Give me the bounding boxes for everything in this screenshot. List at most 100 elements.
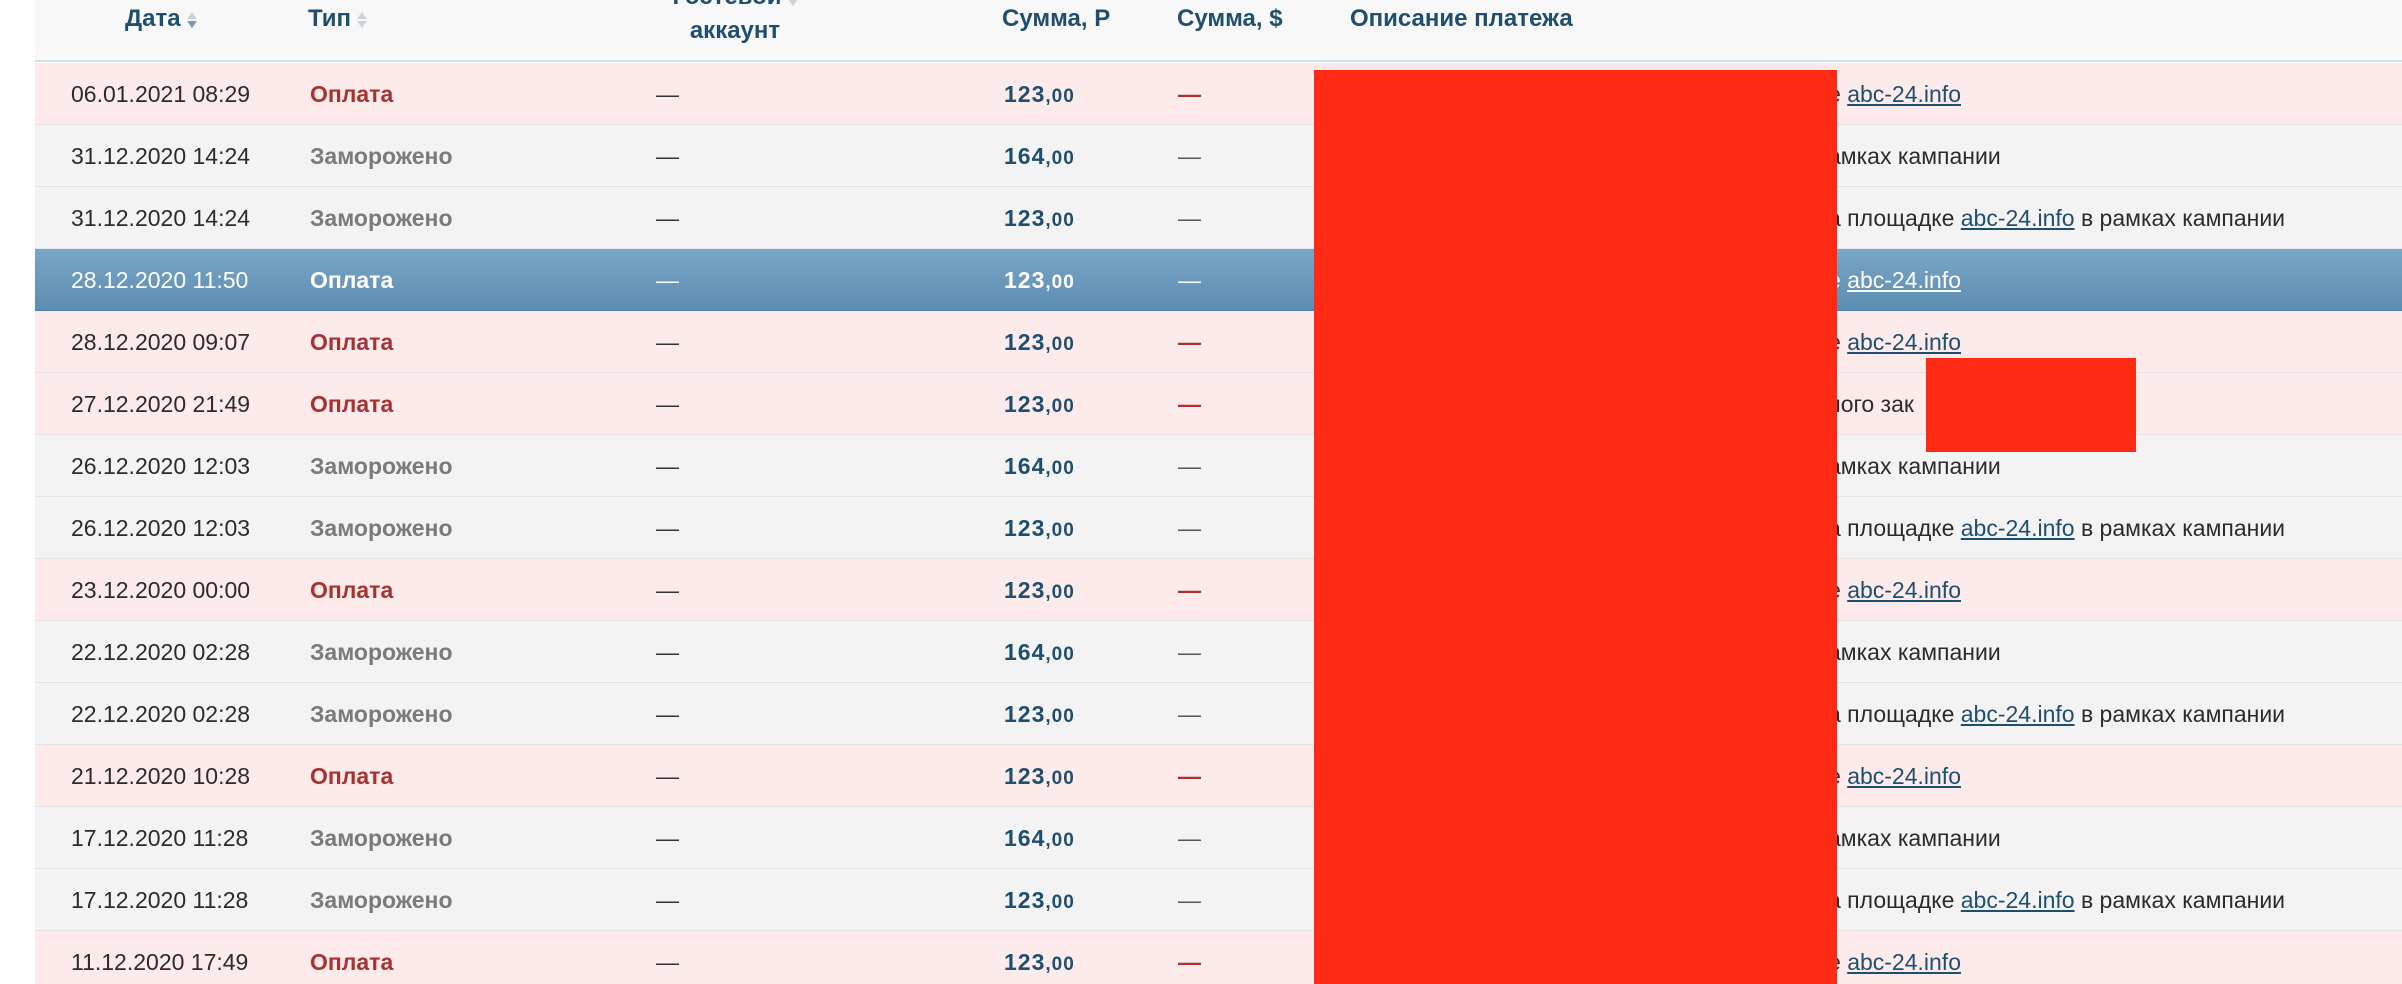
row-description-after: в рамках кампании (2074, 887, 2286, 913)
row-description-text: а площадке (1828, 205, 1961, 231)
table-row[interactable]: 28.12.2020 11:50 Оплата — 123,00 — е abc… (35, 249, 2402, 311)
table-row[interactable]: 22.12.2020 02:28 Заморожено — 123,00 — а… (35, 683, 2402, 745)
table-row[interactable]: 17.12.2020 11:28 Заморожено — 123,00 — а… (35, 869, 2402, 931)
row-description-after: в рамках кампании (2074, 205, 2286, 231)
table-row[interactable]: 21.12.2020 10:28 Оплата — 123,00 — е abc… (35, 745, 2402, 807)
table-row[interactable]: 31.12.2020 14:24 Заморожено — 123,00 — а… (35, 187, 2402, 249)
column-header-guest-label-line1: Гостевой (672, 0, 781, 10)
row-sum-rub: 123,00 (1004, 683, 1075, 745)
row-sum-rub-integer: 123 (1004, 701, 1046, 727)
row-type: Заморожено (310, 825, 453, 851)
row-sum-rub-fraction: ,00 (1045, 644, 1075, 665)
column-header-sum-rub: Сумма, Р (1002, 2, 1110, 36)
column-header-type[interactable]: Тип (308, 2, 367, 36)
row-description-text: ного зак (1828, 391, 1914, 417)
row-description: а площадке abc-24.info в рамках кампании (1828, 869, 2285, 931)
table-row[interactable]: 31.12.2020 14:24 Заморожено — 164,00 — а… (35, 125, 2402, 187)
sort-icon (357, 10, 367, 30)
row-date: 23.12.2020 00:00 (71, 577, 251, 603)
row-sum-usd: — (1178, 825, 1201, 851)
row-description-link[interactable]: abc-24.info (1847, 267, 1961, 293)
payments-page: Дата Тип Гостевой аккаунт Сумма, Р Сумма… (0, 0, 2402, 984)
row-description-link[interactable]: abc-24.info (1847, 81, 1961, 107)
row-guest-account: — (656, 81, 679, 107)
sort-icon (787, 0, 798, 8)
row-description-link[interactable]: abc-24.info (1847, 329, 1961, 355)
table-row[interactable]: 11.12.2020 17:49 Оплата — 123,00 — е abc… (35, 931, 2402, 984)
row-date: 22.12.2020 02:28 (71, 639, 251, 665)
row-type: Заморожено (310, 515, 453, 541)
column-header-type-label: Тип (308, 5, 351, 32)
row-guest-account: — (656, 825, 679, 851)
row-type: Заморожено (310, 887, 453, 913)
row-type: Оплата (310, 391, 394, 417)
row-type: Оплата (310, 577, 394, 603)
column-header-date[interactable]: Дата (125, 2, 197, 36)
row-description: амках кампании (1828, 621, 2001, 683)
row-sum-rub-integer: 123 (1004, 267, 1046, 293)
row-description-text: а площадке (1828, 701, 1961, 727)
row-sum-rub: 123,00 (1004, 311, 1075, 373)
row-description-link[interactable]: abc-24.info (1961, 701, 2075, 727)
column-header-description-label: Описание платежа (1350, 5, 1573, 32)
row-description-link[interactable]: abc-24.info (1847, 949, 1961, 975)
row-description: е abc-24.info (1828, 249, 1961, 311)
row-guest-account: — (656, 887, 679, 913)
row-description-text: амках кампании (1828, 453, 2001, 479)
row-sum-rub-integer: 123 (1004, 949, 1046, 975)
column-header-sum-usd: Сумма, $ (1177, 2, 1283, 36)
row-sum-rub: 164,00 (1004, 435, 1075, 497)
row-description-link[interactable]: abc-24.info (1961, 887, 2075, 913)
row-sum-usd: — (1178, 391, 1201, 417)
row-type: Оплата (310, 763, 394, 789)
row-type: Оплата (310, 949, 394, 975)
row-sum-rub-fraction: ,00 (1045, 458, 1075, 479)
row-guest-account: — (656, 949, 679, 975)
row-description-text: амках кампании (1828, 639, 2001, 665)
row-type: Заморожено (310, 143, 453, 169)
column-header-date-label: Дата (125, 5, 181, 32)
row-sum-usd: — (1178, 143, 1201, 169)
row-sum-rub-integer: 164 (1004, 453, 1046, 479)
column-header-guest-account[interactable]: Гостевой аккаунт (655, 0, 815, 48)
row-description-link[interactable]: abc-24.info (1961, 205, 2075, 231)
table-row[interactable]: 23.12.2020 00:00 Оплата — 123,00 — е abc… (35, 559, 2402, 621)
row-type: Оплата (310, 81, 394, 107)
row-description-link[interactable]: abc-24.info (1847, 763, 1961, 789)
row-guest-account: — (656, 763, 679, 789)
row-description: е abc-24.info (1828, 559, 1961, 621)
row-type: Заморожено (310, 639, 453, 665)
row-guest-account: — (656, 205, 679, 231)
row-sum-rub: 123,00 (1004, 187, 1075, 249)
row-sum-rub-fraction: ,00 (1045, 272, 1075, 293)
row-sum-rub-fraction: ,00 (1045, 582, 1075, 603)
row-sum-rub-integer: 123 (1004, 515, 1046, 541)
row-guest-account: — (656, 267, 679, 293)
row-sum-rub-fraction: ,00 (1045, 86, 1075, 107)
redaction-block (1926, 358, 2136, 452)
row-description-after: в рамках кампании (2074, 701, 2286, 727)
row-guest-account: — (656, 329, 679, 355)
row-sum-usd: — (1178, 453, 1201, 479)
row-sum-rub-fraction: ,00 (1045, 954, 1075, 975)
row-description-link[interactable]: abc-24.info (1961, 515, 2075, 541)
row-sum-rub-integer: 123 (1004, 81, 1046, 107)
row-sum-rub-fraction: ,00 (1045, 520, 1075, 541)
row-sum-rub-fraction: ,00 (1045, 830, 1075, 851)
row-sum-rub-fraction: ,00 (1045, 396, 1075, 417)
table-row[interactable]: 17.12.2020 11:28 Заморожено — 164,00 — а… (35, 807, 2402, 869)
table-row[interactable]: 06.01.2021 08:29 Оплата — 123,00 — е abc… (35, 63, 2402, 125)
table-row[interactable]: 26.12.2020 12:03 Заморожено — 123,00 — а… (35, 497, 2402, 559)
row-description-after: в рамках кампании (2074, 515, 2286, 541)
row-date: 26.12.2020 12:03 (71, 515, 251, 541)
table-row[interactable]: 22.12.2020 02:28 Заморожено — 164,00 — а… (35, 621, 2402, 683)
column-header-sum-rub-label: Сумма, Р (1002, 5, 1111, 32)
row-date: 22.12.2020 02:28 (71, 701, 251, 727)
row-description-link[interactable]: abc-24.info (1847, 577, 1961, 603)
row-sum-usd: — (1178, 205, 1201, 231)
column-header-description: Описание платежа (1350, 2, 1573, 36)
row-guest-account: — (656, 143, 679, 169)
row-description: е abc-24.info (1828, 745, 1961, 807)
row-sum-usd: — (1178, 329, 1201, 355)
row-type: Оплата (310, 267, 394, 293)
